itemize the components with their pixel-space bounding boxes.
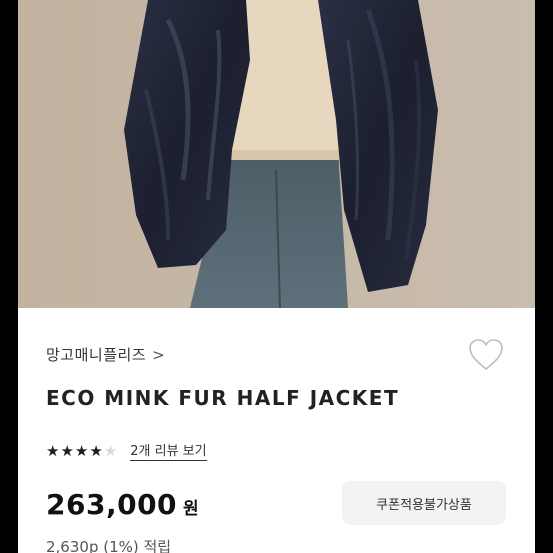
price: 263,000 원	[46, 488, 199, 521]
rating-row: ★ ★ ★ ★ ★ 2개 리뷰 보기	[46, 440, 207, 461]
price-unit: 원	[183, 499, 199, 519]
coupon-unavailable-button[interactable]: 쿠폰적용불가상품	[342, 481, 506, 525]
star-filled-icon: ★	[89, 441, 103, 460]
brand-link[interactable]: 망고매니플리즈 >	[46, 344, 165, 365]
product-screen: 망고매니플리즈 > ECO MINK FUR HALF JACKET ★ ★ ★ ★ ★ …	[0, 0, 553, 553]
heart-outline-icon[interactable]	[468, 338, 504, 372]
reward-points: 2,630p (1%) 적립	[46, 538, 172, 553]
product-info-panel: 망고매니플리즈 > ECO MINK FUR HALF JACKET ★ ★ ★ ★ ★ …	[18, 308, 535, 553]
star-filled-icon: ★	[74, 441, 89, 460]
star-filled-icon: ★	[60, 441, 74, 460]
product-photo[interactable]	[18, 0, 535, 308]
chevron-right-icon: >	[152, 346, 166, 364]
star-empty-icon: ★	[103, 441, 118, 460]
star-filled-icon: ★	[46, 441, 60, 460]
brand-name: 망고매니플리즈	[46, 346, 147, 364]
product-title: ECO MINK FUR HALF JACKET	[46, 386, 400, 410]
review-link[interactable]: 2개 리뷰 보기	[130, 440, 207, 461]
price-value: 263,000	[46, 488, 178, 521]
star-rating: ★ ★ ★ ★ ★	[46, 443, 118, 459]
